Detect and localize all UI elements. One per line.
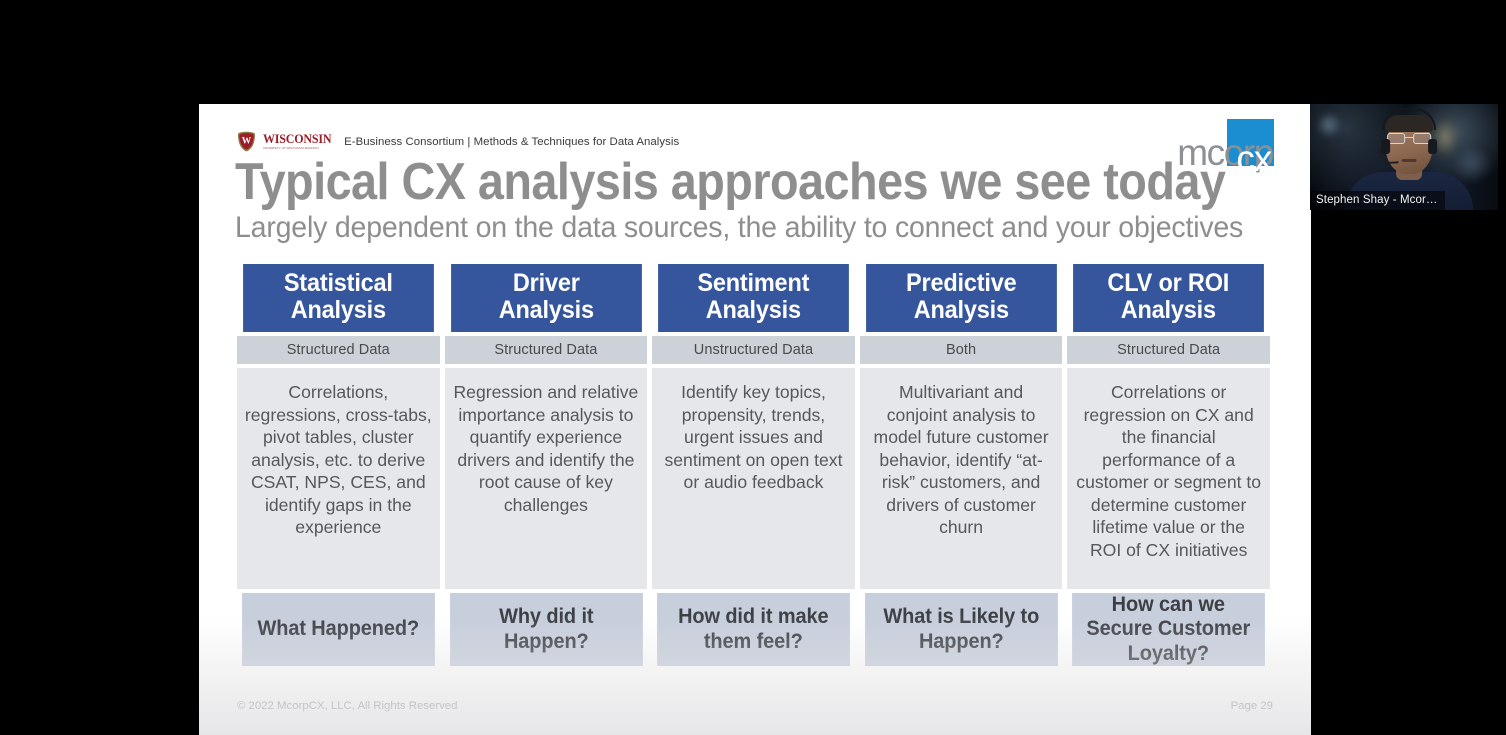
consortium-subtitle: E-Business Consortium | Methods & Techni… <box>344 135 680 148</box>
table-column-sentiment-analysis: Sentiment Analysis Unstructured Data Ide… <box>652 264 855 666</box>
mcorpcx-logo-accent: cx <box>1236 138 1272 179</box>
column-header: Statistical Analysis <box>243 264 434 332</box>
column-data-type: Structured Data <box>237 336 440 364</box>
column-header-line2: Analysis <box>705 296 802 324</box>
participant-video-tile[interactable]: Stephen Shay - Mcor… <box>1310 104 1498 210</box>
column-header: Sentiment Analysis <box>658 264 849 332</box>
headset-boom-mic-icon <box>1378 146 1399 165</box>
column-question: Why did it Happen? <box>449 593 643 666</box>
column-description: Correlations or regression on CX and the… <box>1067 368 1270 589</box>
wisconsin-wordmark-main: WISCONSIN <box>263 132 332 147</box>
wisconsin-wordmark: WISCONSIN UNIVERSITY OF WISCONSIN-MADISO… <box>263 133 334 149</box>
headset-right-earcup <box>1428 139 1438 154</box>
wisconsin-wordmark-tagline: UNIVERSITY OF WISCONSIN-MADISON <box>263 145 319 150</box>
glasses-bridge <box>1405 137 1414 139</box>
column-data-type: Unstructured Data <box>652 336 855 364</box>
meeting-screen-share-view: W WISCONSIN UNIVERSITY OF WISCONSIN-MADI… <box>0 0 1506 735</box>
column-header-line2: Analysis <box>290 296 386 324</box>
column-header-line1: Statistical <box>283 269 393 298</box>
column-question: What Happened? <box>242 593 435 666</box>
page-title: Typical CX analysis approaches we see to… <box>235 153 1226 211</box>
mcorpcx-logo: mcorp cx <box>1177 119 1274 177</box>
table-column-predictive-analysis: Predictive Analysis Both Multivariant an… <box>859 264 1063 666</box>
table-column-clv-roi-analysis: CLV or ROI Analysis Structured Data Corr… <box>1067 264 1270 666</box>
column-question: How can we Secure Customer Loyalty? <box>1072 593 1265 666</box>
column-header-line1: Predictive <box>905 269 1017 298</box>
column-data-type: Both <box>859 336 1063 364</box>
column-header: Driver Analysis <box>450 264 642 332</box>
column-data-type: Structured Data <box>444 336 648 364</box>
page-subtitle: Largely dependent on the data sources, t… <box>235 210 1244 244</box>
column-description: Multivariant and conjoint analysis to mo… <box>859 368 1063 589</box>
column-description: Regression and relative importance analy… <box>444 368 648 589</box>
column-question: What is Likely to Happen? <box>864 593 1058 666</box>
column-header-line2: Analysis <box>498 296 594 324</box>
column-header: Predictive Analysis <box>865 264 1057 332</box>
page-number: Page 29 <box>1230 700 1273 712</box>
wisconsin-crest-icon: W <box>237 131 256 152</box>
table-column-driver-analysis: Driver Analysis Structured Data Regressi… <box>444 264 648 666</box>
participant-name-label: Stephen Shay - Mcor… <box>1310 191 1445 210</box>
column-header-line2: Analysis <box>1121 296 1217 324</box>
copyright-text: © 2022 McorpCX, LLC, All Rights Reserved <box>237 700 458 712</box>
column-header-line2: Analysis <box>913 296 1009 324</box>
slide-footer: © 2022 McorpCX, LLC, All Rights Reserved… <box>237 700 1273 712</box>
svg-text:W: W <box>242 137 252 147</box>
video-window-light <box>1314 110 1344 140</box>
wisconsin-brand-lockup: W WISCONSIN UNIVERSITY OF WISCONSIN-MADI… <box>237 131 679 152</box>
column-header-line1: Sentiment <box>697 269 810 298</box>
column-header-line1: CLV or ROI <box>1107 269 1230 298</box>
glasses-icon <box>1386 133 1432 144</box>
table-column-statistical-analysis: Statistical Analysis Structured Data Cor… <box>237 264 440 666</box>
participant-mouth <box>1401 159 1417 162</box>
column-data-type: Structured Data <box>1067 336 1270 364</box>
column-header: CLV or ROI Analysis <box>1073 264 1264 332</box>
presentation-slide: W WISCONSIN UNIVERSITY OF WISCONSIN-MADI… <box>199 104 1311 735</box>
column-question: How did it make them feel? <box>657 593 850 666</box>
column-header-line1: Driver <box>512 269 580 298</box>
column-description: Correlations, regressions, cross-tabs, p… <box>237 368 440 589</box>
column-description: Identify key topics, propensity, trends,… <box>652 368 855 589</box>
analysis-approaches-table: Statistical Analysis Structured Data Cor… <box>237 264 1270 666</box>
slide-title-block: Typical CX analysis approaches we see to… <box>235 153 1275 244</box>
